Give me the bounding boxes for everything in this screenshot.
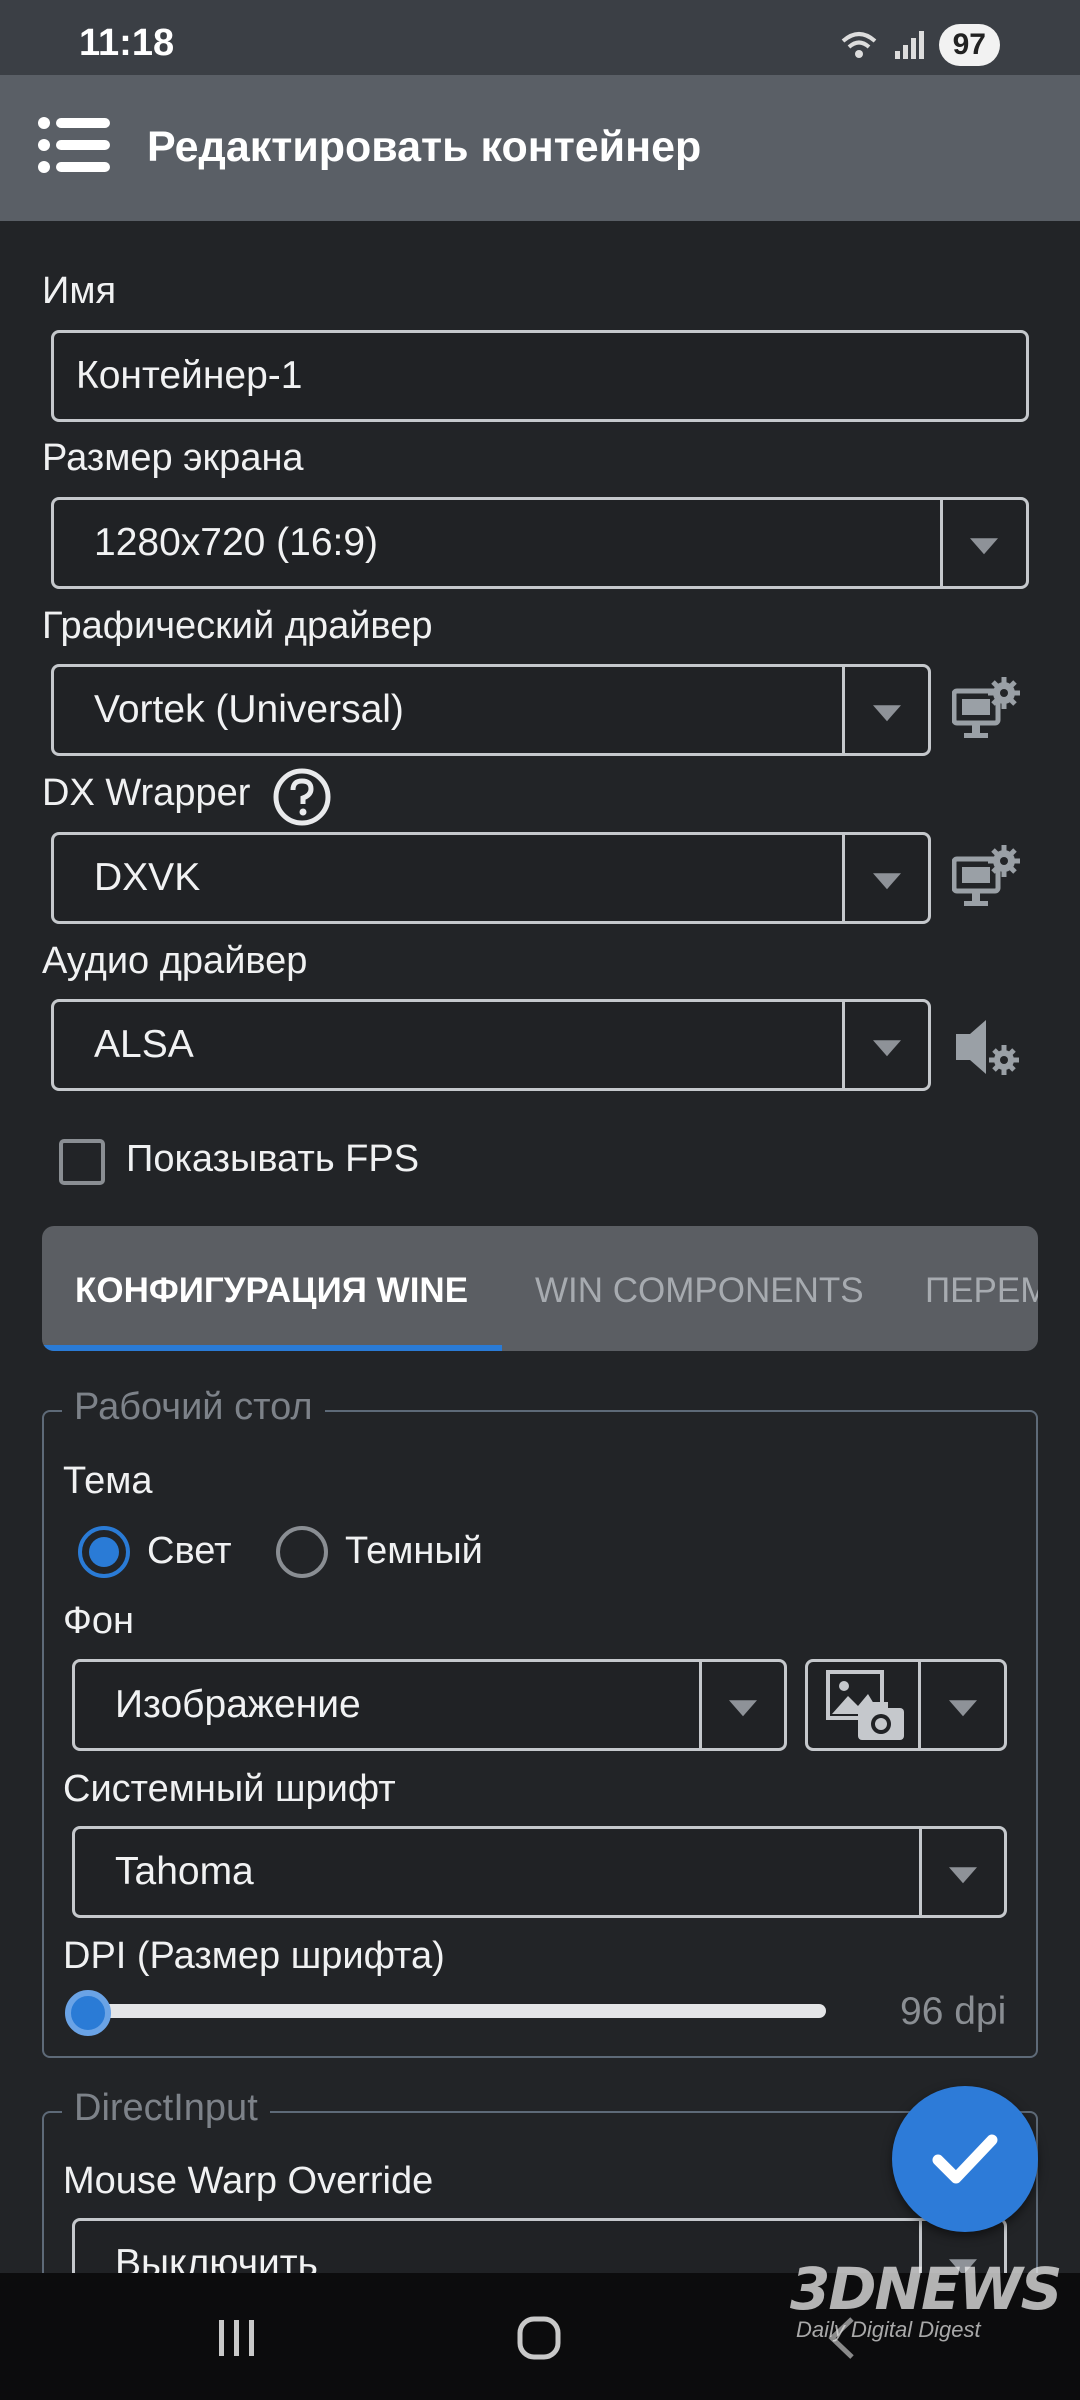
background-image-picker[interactable] bbox=[805, 1659, 1007, 1751]
dropdown-divider bbox=[940, 500, 943, 586]
dx-wrapper-dropdown[interactable]: DXVK bbox=[51, 832, 931, 924]
tab-indicator bbox=[42, 1345, 502, 1351]
show-fps-label: Показывать FPS bbox=[126, 1138, 420, 1180]
audio-driver-value: ALSA bbox=[94, 1023, 194, 1066]
tab-bar: КОНФИГУРАЦИЯ WINE WIN COMPONENTS ПЕРЕМ bbox=[42, 1226, 1038, 1351]
audio-driver-label: Аудио драйвер bbox=[42, 940, 308, 982]
system-font-dropdown[interactable]: Tahoma bbox=[72, 1826, 1007, 1918]
theme-label: Тема bbox=[63, 1460, 153, 1502]
chevron-down-icon bbox=[949, 1700, 977, 1717]
desktop-legend: Рабочий стол bbox=[62, 1386, 325, 1429]
name-input-value: Контейнер-1 bbox=[76, 354, 303, 397]
system-font-value: Tahoma bbox=[115, 1850, 254, 1893]
dpi-label: DPI (Размер шрифта) bbox=[63, 1935, 445, 1977]
speaker-settings-icon[interactable] bbox=[952, 1012, 1022, 1082]
wifi-icon bbox=[841, 32, 876, 58]
dpi-slider-track[interactable] bbox=[88, 2004, 826, 2018]
direct-input-legend: DirectInput bbox=[62, 2087, 270, 2130]
tab-win-components[interactable]: WIN COMPONENTS bbox=[535, 1271, 864, 1311]
theme-dark-radio[interactable] bbox=[276, 1526, 328, 1578]
name-input[interactable]: Контейнер-1 bbox=[51, 330, 1029, 422]
background-label: Фон bbox=[63, 1600, 135, 1642]
tab-wine-config[interactable]: КОНФИГУРАЦИЯ WINE bbox=[75, 1271, 468, 1311]
battery-indicator: 97 bbox=[938, 24, 1000, 66]
background-dropdown[interactable]: Изображение bbox=[72, 1659, 787, 1751]
graphics-driver-value: Vortek (Universal) bbox=[94, 688, 404, 731]
image-camera-icon bbox=[826, 1670, 904, 1740]
menu-icon[interactable] bbox=[38, 117, 110, 173]
theme-dark-label: Темный bbox=[345, 1530, 483, 1572]
dropdown-divider bbox=[842, 835, 845, 921]
page-title: Редактировать контейнер bbox=[147, 123, 702, 171]
signal-icon bbox=[894, 31, 924, 59]
check-icon bbox=[932, 2134, 998, 2184]
graphics-driver-label: Графический драйвер bbox=[42, 605, 433, 647]
dropdown-divider bbox=[919, 1829, 922, 1915]
screen-size-label: Размер экрана bbox=[42, 437, 304, 479]
chevron-down-icon bbox=[873, 1040, 901, 1057]
recent-apps-icon[interactable] bbox=[215, 2316, 259, 2360]
tab-variables[interactable]: ПЕРЕМ bbox=[925, 1271, 1038, 1311]
theme-light-label: Свет bbox=[147, 1530, 232, 1572]
screen-size-value: 1280x720 (16:9) bbox=[94, 521, 379, 564]
dropdown-divider bbox=[842, 1002, 845, 1088]
dpi-slider-thumb[interactable] bbox=[65, 1990, 111, 2036]
help-icon[interactable] bbox=[272, 767, 332, 827]
chevron-down-icon bbox=[873, 873, 901, 890]
home-icon[interactable] bbox=[516, 2315, 562, 2361]
name-label: Имя bbox=[42, 270, 117, 312]
dx-wrapper-label: DX Wrapper bbox=[42, 772, 251, 814]
dropdown-divider bbox=[842, 667, 845, 753]
dropdown-divider bbox=[918, 1662, 921, 1748]
watermark-brand: 3DNEWS bbox=[790, 2255, 1062, 2323]
system-font-label: Системный шрифт bbox=[63, 1768, 396, 1810]
display-settings-icon[interactable] bbox=[952, 675, 1022, 745]
app-bar: Редактировать контейнер bbox=[0, 75, 1080, 221]
chevron-down-icon bbox=[729, 1700, 757, 1717]
screen-size-dropdown[interactable]: 1280x720 (16:9) bbox=[51, 497, 1029, 589]
mouse-warp-label: Mouse Warp Override bbox=[63, 2160, 434, 2202]
dropdown-divider bbox=[699, 1662, 702, 1748]
graphics-driver-dropdown[interactable]: Vortek (Universal) bbox=[51, 664, 931, 756]
theme-light-radio[interactable] bbox=[78, 1526, 130, 1578]
audio-driver-dropdown[interactable]: ALSA bbox=[51, 999, 931, 1091]
watermark-tagline: Daily Digital Digest bbox=[796, 2317, 981, 2342]
status-bar: 11:18 97 bbox=[0, 0, 1080, 75]
status-time: 11:18 bbox=[79, 22, 175, 64]
background-value: Изображение bbox=[115, 1683, 361, 1726]
display-settings-icon[interactable] bbox=[952, 843, 1022, 913]
show-fps-checkbox[interactable] bbox=[59, 1139, 105, 1185]
status-icons: 97 bbox=[839, 24, 1000, 66]
chevron-down-icon bbox=[873, 705, 901, 722]
dpi-value: 96 dpi bbox=[900, 1990, 1007, 2033]
watermark-logo: 3DNEWS Daily Digital Digest bbox=[790, 2255, 1062, 2342]
dx-wrapper-value: DXVK bbox=[94, 856, 201, 899]
chevron-down-icon bbox=[970, 538, 998, 555]
chevron-down-icon bbox=[949, 1867, 977, 1884]
confirm-button[interactable] bbox=[892, 2086, 1038, 2232]
